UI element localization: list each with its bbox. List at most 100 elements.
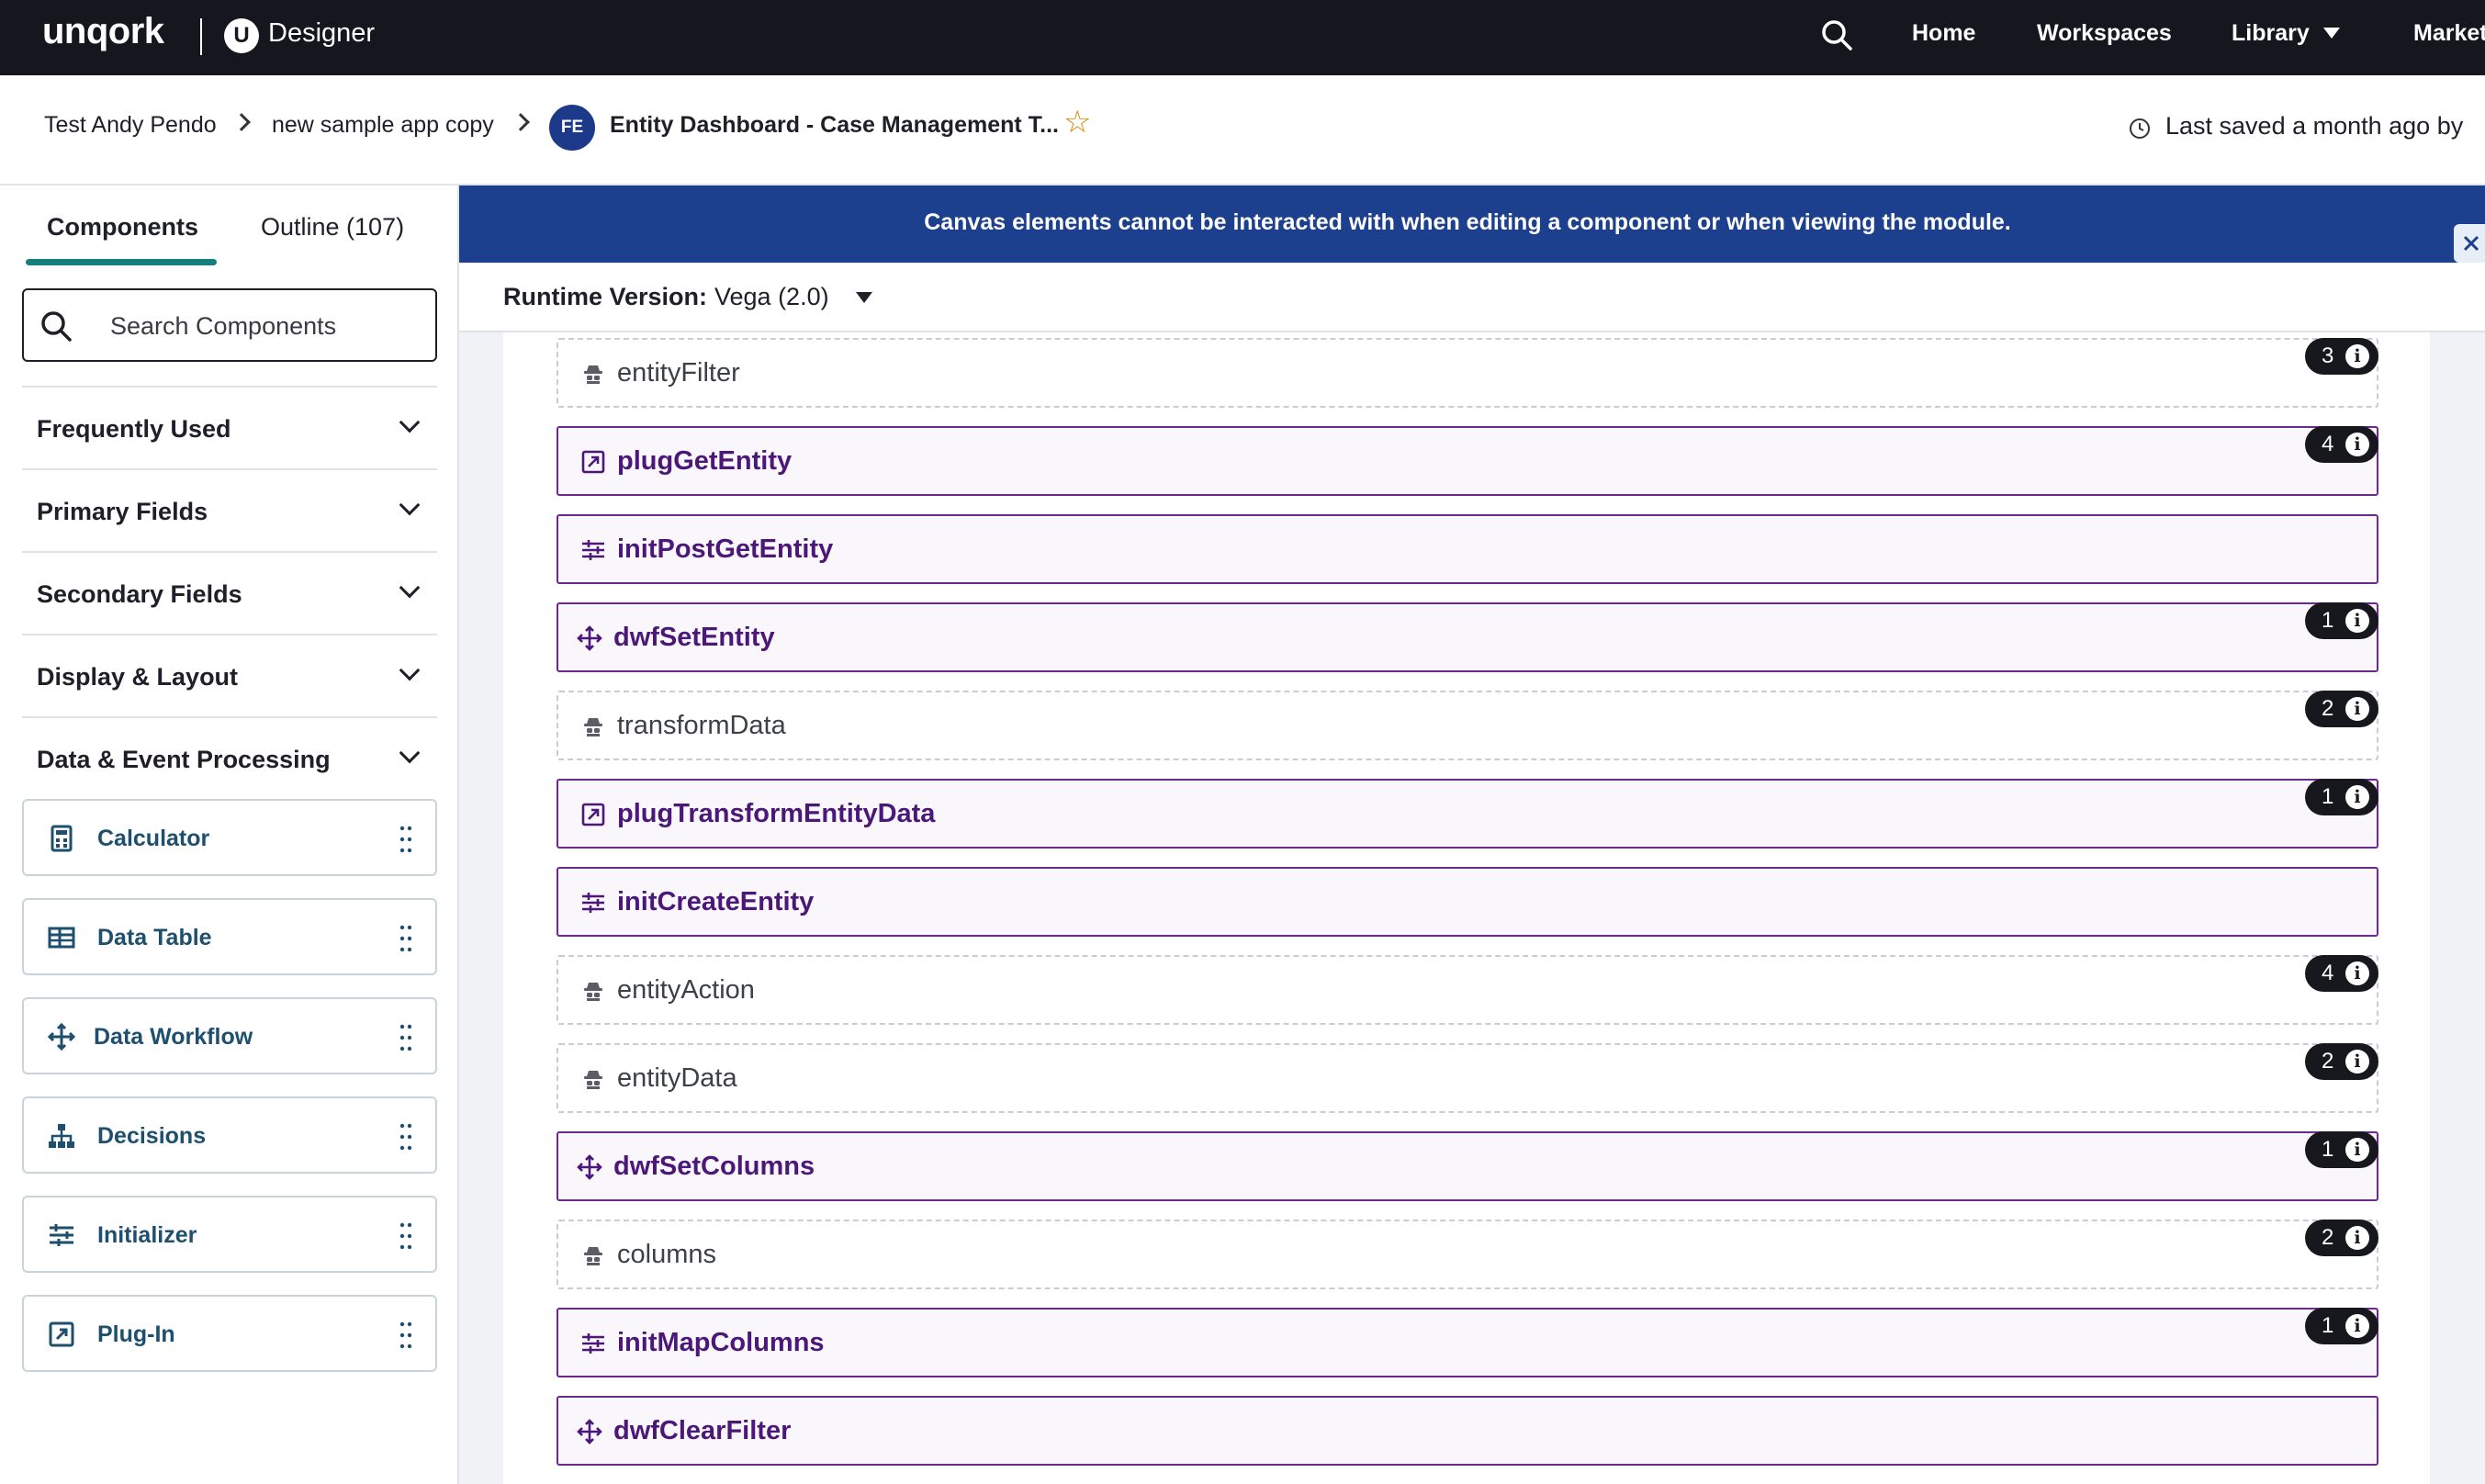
component-data-workflow[interactable]: Data Workflow: [22, 997, 437, 1074]
canvas-component-row[interactable]: initMapColumns 1 i: [557, 1308, 2378, 1377]
component-count-badge[interactable]: 4i: [2305, 426, 2378, 463]
category-frequently-used[interactable]: Frequently Used: [22, 386, 437, 468]
badge-count: 2: [2322, 696, 2334, 721]
drag-handle-icon[interactable]: [399, 1321, 413, 1350]
chevron-down-icon: [399, 659, 421, 681]
component-data-table[interactable]: Data Table: [22, 898, 437, 975]
close-icon: [2463, 235, 2479, 252]
component-key-label: transformData: [617, 711, 786, 740]
chevron-down-icon[interactable]: [856, 292, 872, 303]
info-icon: i: [2345, 1314, 2369, 1338]
breadcrumb-application[interactable]: new sample app copy: [272, 112, 494, 139]
hidden-component-icon: [580, 1066, 606, 1092]
unqork-logo[interactable]: unqork: [42, 11, 164, 52]
close-banner-button[interactable]: [2452, 222, 2485, 264]
category-label: Primary Fields: [37, 498, 208, 525]
data-table-icon: [44, 920, 79, 955]
initializer-icon: [580, 537, 606, 563]
tab-outline[interactable]: Outline (107): [261, 213, 404, 242]
category-label: Secondary Fields: [37, 580, 242, 608]
component-plug-in[interactable]: Plug-In: [22, 1295, 437, 1372]
component-label: Decisions: [97, 1123, 207, 1149]
canvas-component-row[interactable]: plugTransformEntityData 1 i: [557, 779, 2378, 849]
component-calculator[interactable]: Calculator: [22, 799, 437, 876]
canvas-component-row[interactable]: entityFilter 3 i: [557, 338, 2378, 408]
module-type-badge: FE: [549, 105, 595, 151]
drag-handle-icon[interactable]: [399, 1023, 413, 1052]
drag-handle-icon[interactable]: [399, 924, 413, 953]
runtime-version-label: Runtime Version:: [503, 283, 708, 310]
breadcrumb-workspace[interactable]: Test Andy Pendo: [44, 112, 217, 139]
chevron-down-icon: [399, 742, 421, 764]
module-title[interactable]: Entity Dashboard - Case Management T...: [610, 112, 1059, 139]
canvas-component-row[interactable]: dwfSetEntity 1 i: [557, 602, 2378, 672]
data-workflow-icon: [44, 1019, 79, 1054]
component-count-badge[interactable]: 3i: [2305, 338, 2378, 375]
badge-count: 1: [2322, 1313, 2334, 1338]
chevron-down-icon[interactable]: [2323, 28, 2340, 39]
component-key-label: dwfSetColumns: [613, 1152, 815, 1181]
info-icon: i: [2345, 1226, 2369, 1250]
badge-count: 4: [2322, 432, 2334, 456]
top-navigation-bar: unqork U Designer Home Workspaces Librar…: [0, 0, 2485, 75]
canvas-component-row[interactable]: dwfClearFilter: [557, 1396, 2378, 1466]
canvas-component-row[interactable]: columns 2 i: [557, 1220, 2378, 1289]
last-saved-status: Last saved a month ago by: [2165, 112, 2464, 140]
designer-logo-icon: U: [224, 18, 259, 53]
hidden-component-icon: [580, 361, 606, 387]
search-icon[interactable]: [1818, 17, 1855, 53]
component-count-badge[interactable]: 1i: [2305, 779, 2378, 815]
info-icon: i: [2345, 961, 2369, 985]
nav-home[interactable]: Home: [1912, 20, 1975, 47]
canvas-component-row[interactable]: entityAction 4 i: [557, 955, 2378, 1025]
search-icon: [39, 309, 75, 345]
canvas-component-row[interactable]: dwfSetColumns 1 i: [557, 1131, 2378, 1201]
component-count-badge[interactable]: 4i: [2305, 955, 2378, 992]
category-secondary-fields[interactable]: Secondary Fields: [22, 551, 437, 634]
data-workflow-icon: [577, 625, 602, 651]
component-initializer[interactable]: Initializer: [22, 1196, 437, 1273]
calculator-icon: [44, 821, 79, 856]
component-count-badge[interactable]: 2i: [2305, 1220, 2378, 1256]
chevron-right-icon: [512, 113, 530, 131]
component-count-badge[interactable]: 1i: [2305, 1308, 2378, 1344]
component-key-label: entityFilter: [617, 358, 740, 388]
nav-workspaces[interactable]: Workspaces: [2037, 20, 2172, 47]
runtime-version-bar: Runtime Version: Vega (2.0): [459, 263, 2485, 332]
drag-handle-icon[interactable]: [399, 1122, 413, 1152]
component-count-badge[interactable]: 1i: [2305, 1131, 2378, 1168]
initializer-icon: [580, 1331, 606, 1356]
components-panel: Components Outline (107) Frequently Used…: [0, 186, 459, 1484]
badge-count: 4: [2322, 961, 2334, 985]
info-icon: i: [2345, 433, 2369, 456]
badge-count: 2: [2322, 1225, 2334, 1250]
drag-handle-icon[interactable]: [399, 1221, 413, 1251]
component-key-label: plugGetEntity: [617, 446, 793, 476]
component-key-label: initCreateEntity: [617, 887, 815, 916]
component-decisions[interactable]: Decisions: [22, 1096, 437, 1174]
canvas-component-row[interactable]: initPostGetEntity: [557, 514, 2378, 584]
component-key-label: entityAction: [617, 975, 755, 1005]
favorite-star-icon[interactable]: ☆: [1063, 107, 1091, 138]
badge-count: 2: [2322, 1049, 2334, 1074]
nav-library[interactable]: Library: [2232, 20, 2310, 47]
component-count-badge[interactable]: 2i: [2305, 1043, 2378, 1080]
canvas-component-row[interactable]: entityData 2 i: [557, 1043, 2378, 1113]
category-primary-fields[interactable]: Primary Fields: [22, 468, 437, 551]
drag-handle-icon[interactable]: [399, 825, 413, 854]
canvas-component-row[interactable]: transformData 2 i: [557, 691, 2378, 760]
data-workflow-icon: [577, 1154, 602, 1180]
nav-marketplace[interactable]: Market: [2413, 20, 2485, 47]
chevron-down-icon: [399, 577, 421, 599]
runtime-version-select[interactable]: Vega (2.0): [714, 283, 829, 311]
component-count-badge[interactable]: 2i: [2305, 691, 2378, 727]
canvas-component-row[interactable]: plugGetEntity 4 i: [557, 426, 2378, 496]
initializer-icon: [580, 890, 606, 916]
category-data-event-processing[interactable]: Data & Event Processing: [22, 716, 437, 799]
canvas-component-row[interactable]: initCreateEntity: [557, 867, 2378, 937]
tab-components[interactable]: Components: [47, 213, 198, 242]
search-input[interactable]: [110, 305, 422, 347]
category-display-layout[interactable]: Display & Layout: [22, 634, 437, 716]
component-count-badge[interactable]: 1i: [2305, 602, 2378, 639]
clock-icon: [2129, 118, 2151, 140]
